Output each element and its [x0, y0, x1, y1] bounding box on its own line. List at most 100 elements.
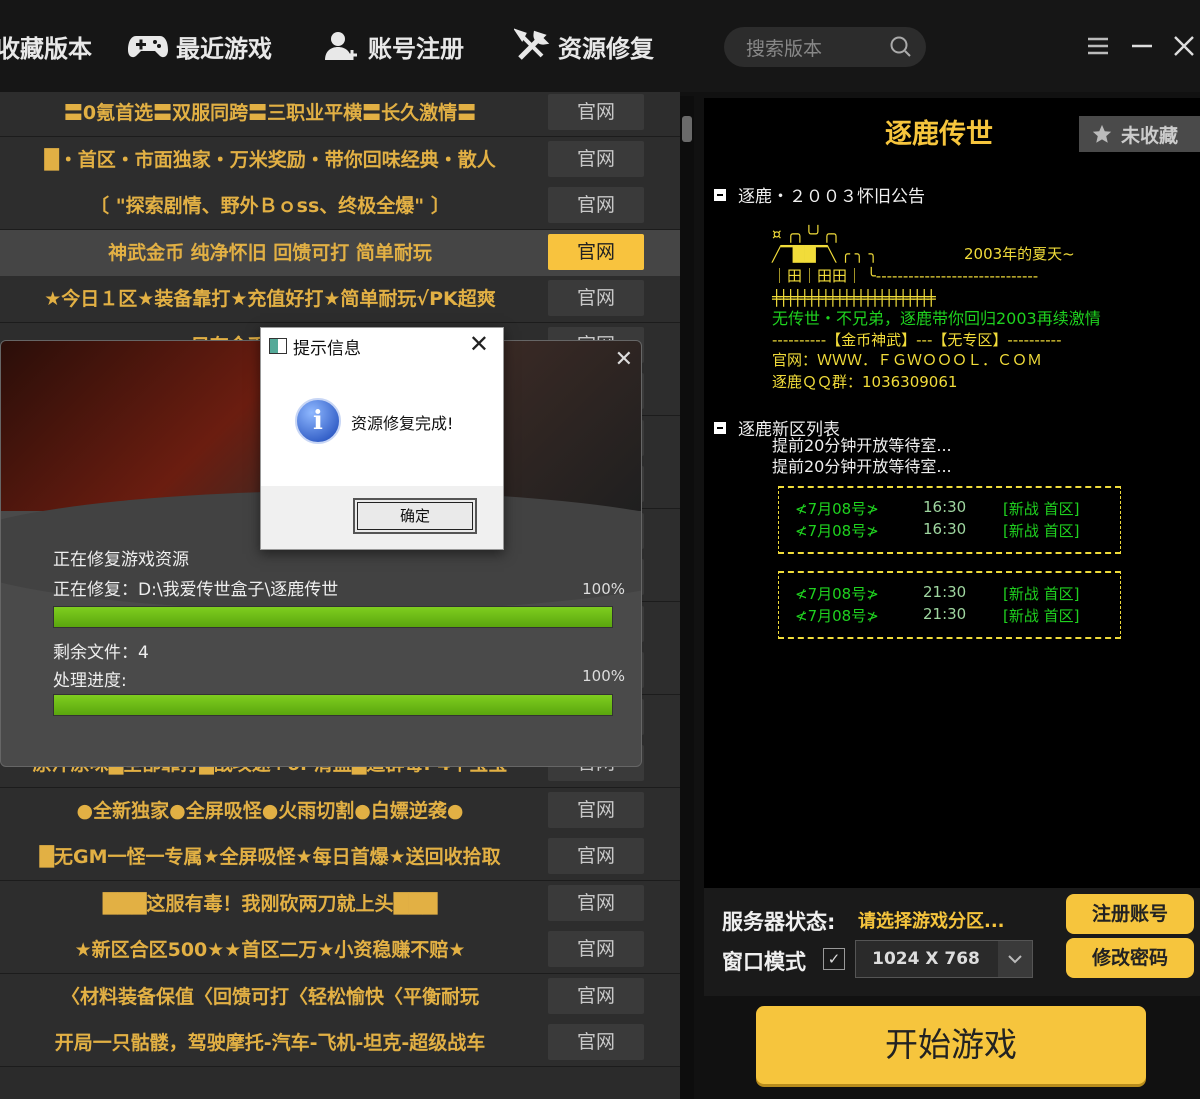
notice-tree-node[interactable]: 逐鹿・２００３怀旧公告 [714, 182, 925, 207]
scrollbar-thumb[interactable] [682, 116, 692, 142]
message-box-titlebar: 提示信息 ✕ [261, 328, 503, 362]
search-box[interactable]: 搜索版本 [724, 27, 926, 67]
slogan-text: 无传世・不兄弟，逐鹿带你回归2003再续激情 [772, 309, 1101, 328]
nav-recent-games[interactable]: 最近游戏 [128, 0, 272, 92]
server-row-title: 开局一只骷髅，驾驶摩托-汽车-飞机-坦克-超级战车 [54, 1032, 486, 1054]
ascii-art-line: ｜田｜田田｜ ╰------------------------------ [772, 267, 1039, 285]
server-row-title: ★今日１区★装备靠打★充值好打★简单耐玩√PK超爽 [44, 288, 496, 310]
ascii-art-line: ¤ ╭╮╰╯╭╮ [772, 225, 841, 243]
register-account-button[interactable]: 注册账号 [1066, 894, 1194, 934]
close-icon[interactable] [1170, 32, 1198, 60]
total-progress-bar [53, 694, 613, 716]
summer-text: 2003年的夏天~ [964, 245, 1075, 263]
official-site-button[interactable]: 官网 [548, 140, 644, 177]
server-row[interactable]: ●全新独家●全屏吸怪●火雨切割●白嫖逆袭● 官网 [0, 787, 680, 835]
ascii-art-line: ╱▔██▔╲ ╭ ╮ ╮ [772, 245, 878, 263]
search-input[interactable]: 搜索版本 [746, 34, 890, 61]
nav-recent-label: 最近游戏 [176, 34, 272, 63]
message-box: 提示信息 ✕ i 资源修复完成! 确定 [260, 327, 504, 550]
repairing-path: 正在修复：D:\我爱传世盒子\逐鹿传世 [53, 580, 339, 600]
minimize-icon[interactable] [1128, 32, 1156, 60]
server-row[interactable]: 〈材料装备保值〈回馈可打〈轻松愉快〈平衡耐玩 官网 [0, 973, 680, 1021]
change-password-button[interactable]: 修改密码 [1066, 938, 1194, 978]
search-icon[interactable] [890, 36, 912, 58]
server-row-title: ███这服有毒！我刚砍两刀就上头███ [102, 892, 438, 915]
official-site-button[interactable]: 官网 [548, 1024, 644, 1060]
qq-text: 逐鹿ＱＱ群：1036309061 [772, 373, 958, 391]
server-row[interactable]: ★新区合区500★★首区二万★小资稳赚不赔★ 官网 [0, 927, 680, 974]
official-site-button[interactable]: 官网 [548, 187, 644, 223]
ascii-art-line: ╪╪╪╪╪╪╪╪╪╪╪╪╪╪╪╪╪╪╪╪╪╪╪ [772, 289, 936, 307]
collapse-icon[interactable] [714, 421, 726, 434]
zone-box: ≮7月08号≯ 16:30 [新战 首区] ≮7月08号≯ 16:30 [新战 首区] [778, 486, 1121, 554]
add-user-icon [324, 30, 360, 62]
official-site-button[interactable]: 官网 [548, 931, 644, 967]
official-site-button[interactable]: 官网 [548, 280, 644, 316]
server-row[interactable]: 〔 "探索剧情、野外Ｂｏss、终极全爆" 〕 官网 [0, 183, 680, 230]
server-row[interactable]: ★今日１区★装备靠打★充值好打★简单耐玩√PK超爽 官网 [0, 276, 680, 323]
server-row-title: ★新区合区500★★首区二万★小资稳赚不赔★ [74, 939, 466, 961]
top-bar: 收藏版本 最近游戏 账号注册 资源修复 搜索版本 [0, 0, 1200, 92]
close-icon[interactable]: ✕ [469, 330, 489, 358]
message-box-body: i 资源修复完成! [261, 362, 503, 486]
info-icon: i [295, 398, 341, 444]
remaining-files: 剩余文件：4 [53, 643, 149, 663]
window-icon [269, 338, 287, 354]
menu-icon[interactable] [1084, 32, 1112, 60]
official-site-button[interactable]: 官网 [548, 94, 644, 130]
zone-row[interactable]: ≮7月08号≯ 16:30 [新战 首区] [795, 498, 1079, 519]
server-row-title: 〔 "探索剧情、野外Ｂｏss、终极全爆" 〕 [90, 195, 450, 217]
server-row-title: █・首区・市面独家・万米奖励・带你回味经典・散人 [44, 148, 496, 171]
zone-note: 提前20分钟开放等待室... [772, 436, 952, 455]
official-site-button[interactable]: 官网 [548, 791, 644, 828]
server-row[interactable]: █・首区・市面独家・万米奖励・带你回味经典・散人 官网 [0, 136, 680, 184]
resolution-select[interactable]: 1024 X 768 [855, 940, 1033, 978]
official-site-button[interactable]: 官网 [548, 838, 644, 874]
resolution-value: 1024 X 768 [872, 949, 980, 969]
official-site-button[interactable]: 官网 [548, 884, 644, 921]
server-row[interactable]: █无GM一怪一专属★全屏吸怪★每日首爆★送回收拾取 官网 [0, 834, 680, 881]
server-row[interactable]: 〓0氪首选〓双服同跨〓三职业平横〓长久激情〓 官网 [0, 92, 680, 137]
nav-register-label: 账号注册 [368, 34, 464, 63]
favorite-button[interactable]: 未收藏 [1079, 116, 1200, 152]
official-site-button[interactable]: 官网 [548, 977, 644, 1014]
server-row[interactable]: ███这服有毒！我刚砍两刀就上头███ 官网 [0, 880, 680, 928]
list-scrollbar[interactable] [680, 96, 694, 1099]
zone-box: ≮7月08号≯ 21:30 [新战 首区] ≮7月08号≯ 21:30 [新战 首区] [778, 571, 1121, 639]
progress-fill [54, 607, 612, 627]
star-icon [1092, 124, 1112, 143]
progress-fill [54, 695, 612, 715]
message-box-title: 提示信息 [293, 339, 361, 359]
notice-title: 逐鹿・２００３怀旧公告 [738, 187, 925, 207]
zone-row[interactable]: ≮7月08号≯ 16:30 [新战 首区] [795, 520, 1079, 541]
official-site-button[interactable]: 官网 [548, 233, 644, 270]
chevron-down-icon[interactable] [998, 941, 1032, 977]
favorite-status: 未收藏 [1121, 124, 1179, 147]
progress-percent: 100% [582, 580, 625, 598]
nav-repair[interactable]: 资源修复 [514, 0, 654, 92]
nav-favorites[interactable]: 收藏版本 [0, 0, 92, 92]
repair-status-text: 正在修复游戏资源 [53, 550, 189, 570]
server-row[interactable]: 神武金币 纯净怀旧 回馈可打 简单耐玩 官网 [0, 229, 680, 277]
site-text: 官网：ＷＷＷ．ＦＧＷＯＯＯＬ．ＣＯＭ [772, 351, 1043, 369]
server-row-title: 〓0氪首选〓双服同跨〓三职业平横〓长久激情〓 [63, 102, 477, 124]
zone-row[interactable]: ≮7月08号≯ 21:30 [新战 首区] [795, 605, 1079, 626]
start-game-button[interactable]: 开始游戏 [756, 1006, 1146, 1084]
file-progress-bar [53, 606, 613, 628]
server-row[interactable]: 开局一只骷髅，驾驶摩托-汽车-飞机-坦克-超级战车 官网 [0, 1020, 680, 1067]
server-row-title: 〈材料装备保值〈回馈可打〈轻松愉快〈平衡耐玩 [60, 985, 479, 1008]
ok-button[interactable]: 确定 [353, 498, 477, 534]
server-status-label: 服务器状态: [722, 910, 836, 934]
collapse-icon[interactable] [714, 188, 726, 201]
server-row-title: 神武金币 纯净怀旧 回馈可打 简单耐玩 [108, 241, 432, 264]
zone-note: 提前20分钟开放等待室... [772, 457, 952, 476]
progress-percent: 100% [582, 667, 625, 685]
close-icon[interactable]: ✕ [615, 347, 633, 372]
tools-icon [514, 28, 550, 64]
zone-row[interactable]: ≮7月08号≯ 21:30 [新战 首区] [795, 583, 1079, 604]
gamepad-icon [128, 32, 168, 60]
window-mode-checkbox[interactable]: ✓ [823, 948, 845, 970]
nav-repair-label: 资源修复 [558, 34, 654, 63]
process-label: 处理进度: [53, 671, 127, 691]
nav-register[interactable]: 账号注册 [324, 0, 464, 92]
